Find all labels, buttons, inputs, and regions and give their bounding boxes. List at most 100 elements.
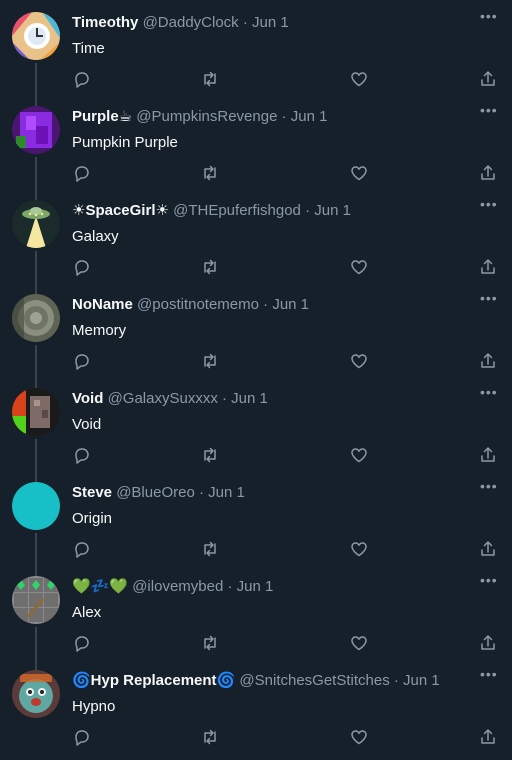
reply-icon[interactable]: [72, 257, 92, 277]
reply-icon[interactable]: [72, 163, 92, 183]
tweet-actions: [0, 163, 512, 185]
reply-icon[interactable]: [72, 445, 92, 465]
share-icon[interactable]: [478, 69, 498, 89]
avatar[interactable]: [12, 388, 60, 436]
separator: ·: [227, 578, 233, 595]
avatar[interactable]: [12, 12, 60, 60]
display-name[interactable]: 🌀Hyp Replacement🌀: [72, 672, 235, 689]
display-name[interactable]: Timeothy: [72, 14, 138, 31]
more-icon[interactable]: •••: [480, 9, 498, 27]
timestamp[interactable]: Jun 1: [237, 578, 274, 595]
share-icon[interactable]: [478, 633, 498, 653]
tweet-header: NoName @postitnotememo · Jun 1: [72, 295, 472, 315]
timestamp[interactable]: Jun 1: [403, 672, 440, 689]
retweet-icon[interactable]: [200, 257, 220, 277]
handle[interactable]: @GalaxySuxxxx: [108, 390, 218, 407]
separator: ·: [263, 296, 269, 313]
timestamp[interactable]: Jun 1: [272, 296, 309, 313]
heart-icon[interactable]: [349, 163, 369, 183]
more-icon[interactable]: •••: [480, 667, 498, 685]
tweet-header: ☀SpaceGirl☀ @THEpuferfishgod · Jun 1: [72, 201, 472, 221]
tweet-text: Memory: [72, 322, 127, 339]
timestamp[interactable]: Jun 1: [252, 14, 289, 31]
avatar[interactable]: [12, 670, 60, 718]
handle[interactable]: @BlueOreo: [116, 484, 195, 501]
separator: ·: [305, 202, 311, 219]
heart-icon[interactable]: [349, 633, 369, 653]
tweet[interactable]: Void @GalaxySuxxxx · Jun 1 ••• Void: [0, 376, 512, 487]
retweet-icon[interactable]: [200, 163, 220, 183]
reply-icon[interactable]: [72, 633, 92, 653]
more-icon[interactable]: •••: [480, 385, 498, 403]
heart-icon[interactable]: [349, 257, 369, 277]
retweet-icon[interactable]: [200, 727, 220, 747]
avatar[interactable]: [12, 106, 60, 154]
handle[interactable]: @SnitchesGetStitches: [239, 672, 389, 689]
timestamp[interactable]: Jun 1: [231, 390, 268, 407]
heart-icon[interactable]: [349, 69, 369, 89]
separator: ·: [281, 108, 287, 125]
reply-icon[interactable]: [72, 727, 92, 747]
handle[interactable]: @THEpuferfishgod: [173, 202, 301, 219]
avatar[interactable]: [12, 294, 60, 342]
tweet[interactable]: Steve @BlueOreo · Jun 1 ••• Origin: [0, 470, 512, 581]
handle[interactable]: @postitnotememo: [137, 296, 259, 313]
avatar[interactable]: [12, 482, 60, 530]
tweet[interactable]: 🌀Hyp Replacement🌀 @SnitchesGetStitches ·…: [0, 658, 512, 752]
tweet-header: Timeothy @DaddyClock · Jun 1: [72, 13, 472, 33]
tweet-text: Void: [72, 416, 102, 433]
display-name[interactable]: 💚💤💚: [72, 578, 128, 595]
share-icon[interactable]: [478, 163, 498, 183]
tweet-actions: [0, 445, 512, 467]
tweet-actions: [0, 257, 512, 279]
share-icon[interactable]: [478, 727, 498, 747]
more-icon[interactable]: •••: [480, 291, 498, 309]
tweet[interactable]: Timeothy @DaddyClock · Jun 1 ••• Time: [0, 0, 512, 111]
timestamp[interactable]: Jun 1: [314, 202, 351, 219]
share-icon[interactable]: [478, 351, 498, 371]
retweet-icon[interactable]: [200, 633, 220, 653]
tweet-header: Steve @BlueOreo · Jun 1: [72, 483, 472, 503]
avatar[interactable]: [12, 200, 60, 248]
heart-icon[interactable]: [349, 539, 369, 559]
heart-icon[interactable]: [349, 445, 369, 465]
tweet-actions: [0, 69, 512, 91]
tweet[interactable]: NoName @postitnotememo · Jun 1 ••• Memor…: [0, 282, 512, 393]
more-icon[interactable]: •••: [480, 103, 498, 121]
reply-icon[interactable]: [72, 351, 92, 371]
handle[interactable]: @PumpkinsRevenge: [136, 108, 277, 125]
retweet-icon[interactable]: [200, 539, 220, 559]
avatar[interactable]: [12, 576, 60, 624]
tweet-feed: Timeothy @DaddyClock · Jun 1 ••• Time Pu…: [0, 0, 512, 760]
display-name[interactable]: Steve: [72, 484, 112, 501]
share-icon[interactable]: [478, 445, 498, 465]
retweet-icon[interactable]: [200, 351, 220, 371]
retweet-icon[interactable]: [200, 69, 220, 89]
reply-icon[interactable]: [72, 539, 92, 559]
tweet-header: 💚💤💚 @ilovemybed · Jun 1: [72, 577, 472, 597]
tweet[interactable]: 💚💤💚 @ilovemybed · Jun 1 ••• Alex: [0, 564, 512, 675]
share-icon[interactable]: [478, 539, 498, 559]
display-name[interactable]: Purple☕: [72, 108, 132, 125]
share-icon[interactable]: [478, 257, 498, 277]
handle[interactable]: @DaddyClock: [143, 14, 239, 31]
heart-icon[interactable]: [349, 727, 369, 747]
more-icon[interactable]: •••: [480, 479, 498, 497]
reply-icon[interactable]: [72, 69, 92, 89]
tweet-actions: [0, 727, 512, 749]
display-name[interactable]: ☀SpaceGirl☀: [72, 202, 169, 219]
tweet-actions: [0, 633, 512, 655]
tweet[interactable]: ☀SpaceGirl☀ @THEpuferfishgod · Jun 1 •••…: [0, 188, 512, 299]
retweet-icon[interactable]: [200, 445, 220, 465]
timestamp[interactable]: Jun 1: [208, 484, 245, 501]
heart-icon[interactable]: [349, 351, 369, 371]
display-name[interactable]: NoName: [72, 296, 133, 313]
handle[interactable]: @ilovemybed: [132, 578, 223, 595]
more-icon[interactable]: •••: [480, 197, 498, 215]
display-name[interactable]: Void: [72, 390, 103, 407]
separator: ·: [242, 14, 248, 31]
timestamp[interactable]: Jun 1: [291, 108, 328, 125]
tweet[interactable]: Purple☕ @PumpkinsRevenge · Jun 1 ••• Pum…: [0, 94, 512, 205]
more-icon[interactable]: •••: [480, 573, 498, 591]
separator: ·: [393, 672, 399, 689]
